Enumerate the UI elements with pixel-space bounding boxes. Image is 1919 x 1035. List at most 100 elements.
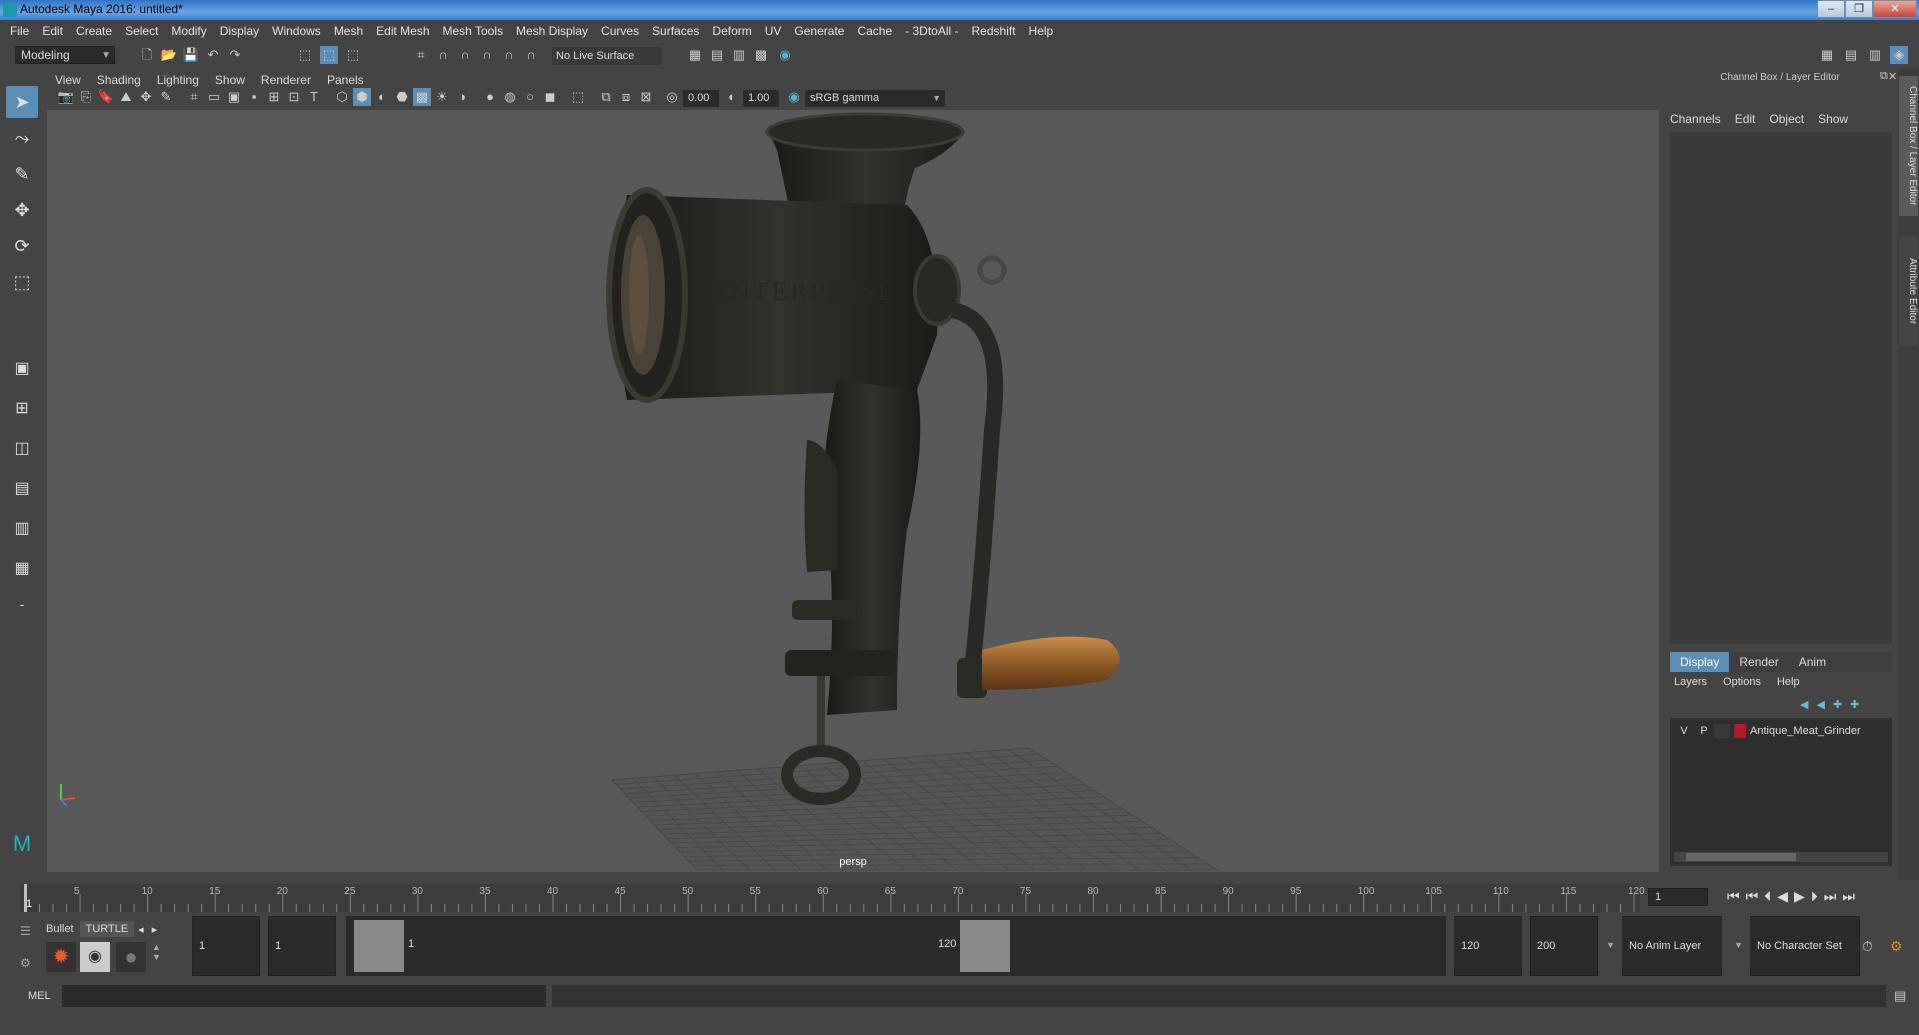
panel-close-icon[interactable]: ✕ — [1888, 70, 1897, 83]
step-back-frame-icon[interactable]: ⏴ — [1764, 888, 1771, 905]
redo-icon[interactable]: ↷ — [226, 46, 244, 64]
menu-mesh-tools[interactable]: Mesh Tools — [443, 24, 503, 38]
two-d-pan-icon[interactable]: ✥ — [137, 88, 155, 106]
auto-key-icon[interactable]: ⏱ — [1862, 938, 1873, 955]
range-slider-end-handle[interactable] — [960, 920, 1010, 972]
turtle-render-icon[interactable]: ✹ — [46, 942, 76, 972]
image-plane-icon[interactable]: ⛰ — [117, 88, 135, 106]
side-tab-attribute-editor[interactable]: Attribute Editor — [1899, 236, 1918, 346]
film-gate-icon[interactable]: ▭ — [205, 88, 223, 106]
viewport-menu-view[interactable]: View — [55, 73, 81, 87]
viewport-menu-show[interactable]: Show — [215, 73, 245, 87]
layer-visibility-toggle[interactable]: V — [1674, 725, 1694, 737]
layer-list-scrollbar[interactable] — [1674, 852, 1888, 862]
menu-cache[interactable]: Cache — [857, 24, 892, 38]
undo-icon[interactable]: ↶ — [204, 46, 222, 64]
single-view-layout-icon[interactable]: ▣ — [6, 353, 38, 385]
snap-point-icon[interactable]: ∩ — [456, 46, 474, 64]
move-layer-up-icon[interactable]: ◀ — [1800, 698, 1808, 711]
menu-redshift[interactable]: Redshift — [972, 24, 1016, 38]
new-layer-icon[interactable]: ✚ — [1833, 698, 1842, 711]
tab-render[interactable]: Render — [1729, 652, 1788, 672]
go-to-start-icon[interactable]: ⏮ — [1727, 888, 1740, 905]
menu-file[interactable]: File — [10, 24, 29, 38]
shelf-scroll-left-icon[interactable]: ◂ — [134, 921, 148, 938]
snap-grid-icon[interactable]: ⌗ — [412, 46, 430, 64]
range-start-field[interactable]: 1 — [192, 916, 260, 976]
menu-surfaces[interactable]: Surfaces — [652, 24, 699, 38]
depth-of-field-icon[interactable]: ◼ — [541, 88, 559, 106]
save-scene-icon[interactable]: 💾 — [182, 46, 200, 64]
select-tool-icon[interactable]: ➤ — [6, 86, 38, 118]
current-frame-field[interactable]: 1 — [1648, 888, 1708, 906]
side-by-side-layout-icon[interactable]: ◫ — [6, 433, 38, 465]
layout-options-icon[interactable]: - — [6, 588, 38, 620]
safe-action-icon[interactable]: ⊡ — [285, 88, 303, 106]
snap-surface-icon[interactable]: ∩ — [500, 46, 518, 64]
paint-select-tool-icon[interactable]: ✎ — [6, 158, 38, 190]
playback-end-field[interactable]: 120 — [1454, 916, 1522, 976]
snap-live-icon[interactable]: ∩ — [522, 46, 540, 64]
textured-icon[interactable]: ▩ — [413, 88, 431, 106]
persp-outliner-layout-icon[interactable]: ▥ — [6, 513, 38, 545]
live-surface-field[interactable]: No Live Surface — [552, 47, 662, 65]
menu-windows[interactable]: Windows — [272, 24, 321, 38]
open-scene-icon[interactable]: 📂 — [160, 46, 178, 64]
close-button[interactable]: ✕ — [1873, 0, 1917, 18]
menu-display[interactable]: Display — [220, 24, 259, 38]
grid-toggle-icon[interactable]: ⌗ — [185, 88, 203, 106]
channel-box-toggle-icon[interactable]: ◈ — [1890, 46, 1908, 64]
channels-menu[interactable]: Channels — [1670, 112, 1721, 126]
gate-mask-icon[interactable]: ▪ — [245, 88, 263, 106]
tab-display[interactable]: Display — [1670, 652, 1730, 672]
anim-layer-select[interactable]: No Anim Layer — [1622, 916, 1722, 976]
step-back-key-icon[interactable]: ⏮ — [1746, 888, 1759, 905]
lasso-tool-icon[interactable]: ⤳ — [6, 122, 38, 154]
help-menu[interactable]: Help — [1777, 676, 1800, 688]
layer-row[interactable]: V P Antique_Meat_Grinder — [1674, 722, 1888, 740]
menu-edit[interactable]: Edit — [42, 24, 63, 38]
layer-name[interactable]: Antique_Meat_Grinder — [1750, 725, 1861, 737]
viewport-menu-renderer[interactable]: Renderer — [261, 73, 311, 87]
outliner-toggle-icon[interactable]: ▥ — [1866, 46, 1884, 64]
xray-components-icon[interactable]: ⊠ — [637, 88, 655, 106]
animation-prefs-icon[interactable]: ⚙ — [1890, 938, 1903, 955]
object-menu[interactable]: Object — [1769, 112, 1804, 126]
menu-generate[interactable]: Generate — [794, 24, 844, 38]
layer-display-type[interactable] — [1714, 724, 1730, 738]
bookmark-icon[interactable]: 🔖 — [97, 88, 115, 106]
use-all-lights-icon[interactable]: ☀ — [433, 88, 451, 106]
tab-anim[interactable]: Anim — [1789, 652, 1836, 672]
turtle-sphere-icon[interactable]: ● — [116, 942, 146, 972]
render-settings-icon[interactable]: ▦ — [686, 46, 704, 64]
menu-3dtoall[interactable]: - 3DtoAll - — [905, 24, 958, 38]
resolution-gate-icon[interactable]: ▣ — [225, 88, 243, 106]
use-default-material-icon[interactable]: ◐ — [373, 88, 391, 106]
menu-help[interactable]: Help — [1029, 24, 1054, 38]
turtle-bake-icon[interactable]: ◉ — [80, 942, 110, 972]
menu-curves[interactable]: Curves — [601, 24, 639, 38]
rotate-tool-icon[interactable]: ⟳ — [6, 230, 38, 262]
xray-joints-icon[interactable]: ⧈ — [617, 88, 635, 106]
safe-title-icon[interactable]: T — [305, 88, 323, 106]
render-frame-icon[interactable]: ▤ — [708, 46, 726, 64]
chevron-down-icon[interactable]: ▼ — [1734, 940, 1743, 950]
viewport-menu-lighting[interactable]: Lighting — [157, 73, 199, 87]
shadows-icon[interactable]: ◑ — [453, 88, 471, 106]
viewport-menu-panels[interactable]: Panels — [327, 73, 364, 87]
step-forward-frame-icon[interactable]: ⏵ — [1811, 888, 1818, 905]
color-space-select[interactable]: sRGB gamma ▼ — [805, 90, 945, 107]
scale-tool-icon[interactable]: ⬚ — [6, 266, 38, 298]
menu-uv[interactable]: UV — [765, 24, 782, 38]
shelf-settings-icon[interactable]: ⚙ — [20, 956, 31, 970]
shelf-scroll-right-icon[interactable]: ▸ — [148, 921, 162, 938]
ipr-render-icon[interactable]: ▥ — [730, 46, 748, 64]
select-hierarchy-icon[interactable]: ⬚ — [296, 46, 314, 64]
menu-mesh[interactable]: Mesh — [334, 24, 363, 38]
edit-menu[interactable]: Edit — [1735, 112, 1756, 126]
exposure-icon[interactable]: ◎ — [663, 88, 681, 106]
command-input[interactable] — [62, 985, 546, 1007]
select-object-icon[interactable]: ⬚ — [320, 46, 338, 64]
chevron-down-icon[interactable]: ▼ — [1606, 940, 1615, 950]
grease-pencil-icon[interactable]: ✎ — [157, 88, 175, 106]
